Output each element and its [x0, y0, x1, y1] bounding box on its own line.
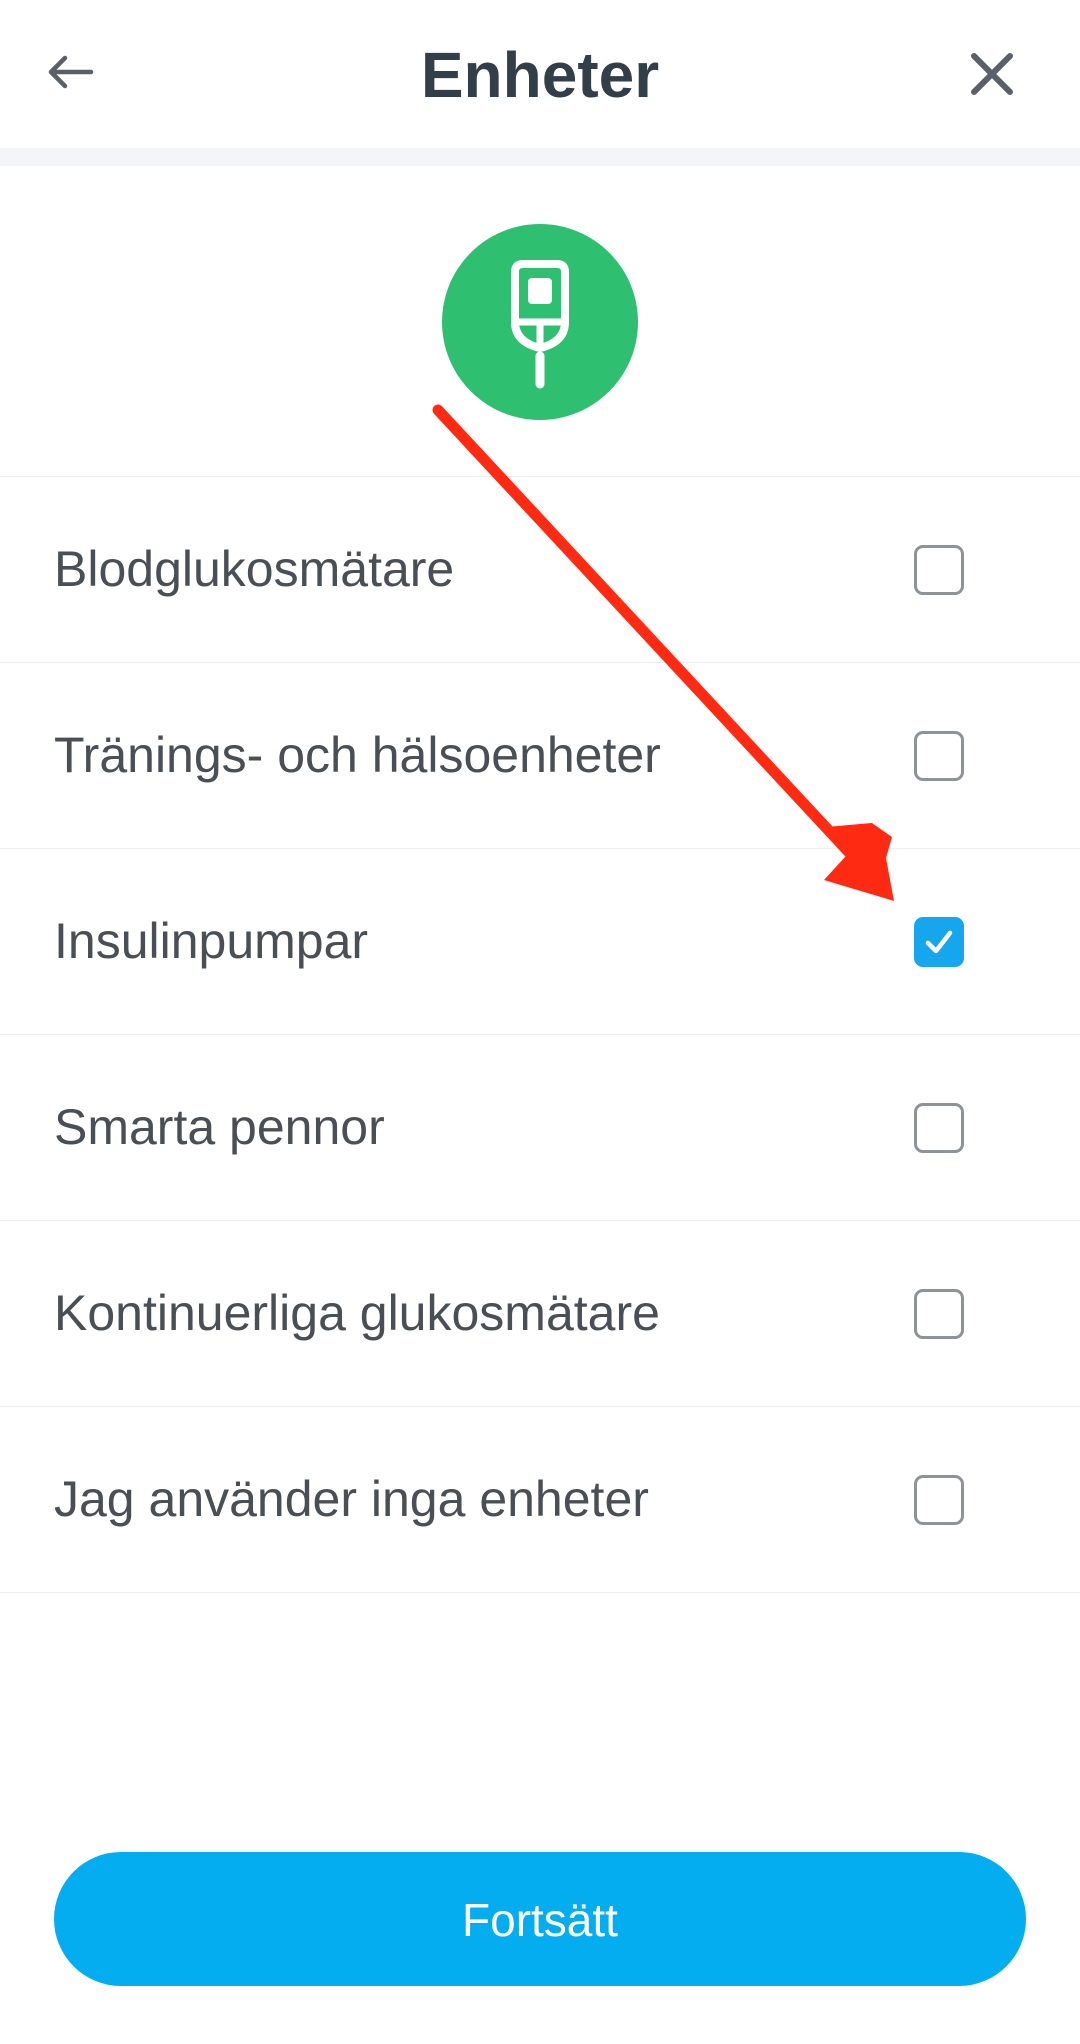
checkbox-no-devices[interactable] [914, 1475, 964, 1525]
page-title: Enheter [420, 39, 660, 111]
checkbox-continuous-glucose-monitors[interactable] [914, 1289, 964, 1339]
list-item-label: Jag använder inga enheter [54, 1471, 649, 1527]
checkbox-blood-glucose-meters[interactable] [914, 545, 964, 595]
close-button[interactable] [952, 34, 1032, 114]
checkbox-insulin-pumps[interactable] [914, 917, 964, 967]
glucose-meter-badge [442, 224, 638, 420]
close-icon [971, 53, 1013, 95]
devices-screen: Enheter Blodglukosmätare Tränings- och h… [0, 0, 1080, 2044]
device-list: Blodglukosmätare Tränings- och hälsoenhe… [0, 476, 1080, 1593]
list-item-blood-glucose-meters[interactable]: Blodglukosmätare [0, 476, 1080, 662]
checkbox-smart-pens[interactable] [914, 1103, 964, 1153]
list-item-label: Smarta pennor [54, 1099, 385, 1155]
glucose-meter-icon [511, 260, 569, 389]
list-item-label: Insulinpumpar [54, 913, 369, 969]
checkmark-icon [925, 930, 953, 954]
checkbox-fitness-health-devices[interactable] [914, 731, 964, 781]
list-item-continuous-glucose-monitors[interactable]: Kontinuerliga glukosmätare [0, 1220, 1080, 1406]
list-item-fitness-health-devices[interactable]: Tränings- och hälsoenheter [0, 662, 1080, 848]
list-item-label: Blodglukosmätare [54, 541, 455, 597]
list-item-smart-pens[interactable]: Smarta pennor [0, 1034, 1080, 1220]
list-item-label: Tränings- och hälsoenheter [54, 727, 661, 783]
list-item-label: Kontinuerliga glukosmätare [54, 1285, 660, 1341]
continue-button[interactable]: Fortsätt [54, 1852, 1026, 1986]
header: Enheter [0, 0, 1080, 148]
list-item-no-devices[interactable]: Jag använder inga enheter [0, 1406, 1080, 1593]
list-item-insulin-pumps[interactable]: Insulinpumpar [0, 848, 1080, 1034]
header-divider [0, 148, 1080, 166]
